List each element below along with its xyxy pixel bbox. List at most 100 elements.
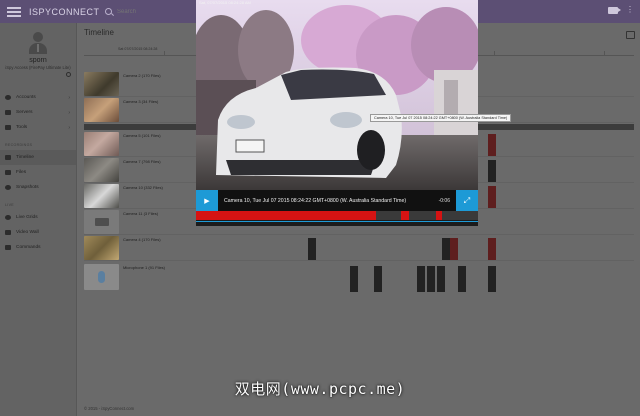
ruler-tick <box>164 51 165 56</box>
chevron-right-icon: › <box>68 109 70 116</box>
timeline-hover-tooltip: Camera 10, Tue Jul 07 2015 08:24:22 GMT+… <box>370 114 512 122</box>
camera-placeholder-icon <box>94 218 109 226</box>
recording-clip[interactable] <box>417 266 425 292</box>
app-root: ISPYCONNECT ⋮ sporn iSpy Access (FirePay… <box>0 0 640 416</box>
timeline-row-label: Microphone 1 (91 Files) <box>123 265 166 270</box>
recording-clip[interactable] <box>374 266 382 292</box>
search-icon <box>105 8 112 15</box>
sidebar-item-video-wall[interactable]: Video Wall <box>0 225 76 240</box>
camera-thumbnail[interactable] <box>84 184 119 208</box>
video-progress-fill <box>196 211 376 220</box>
gear-icon[interactable] <box>66 72 71 77</box>
sidebar-item-snapshots[interactable]: Snapshots <box>0 180 76 195</box>
search-input[interactable] <box>117 8 207 15</box>
video-controls: ▶ Camera 10, Tue Jul 07 2015 08:24:22 GM… <box>196 190 478 211</box>
ruler-tick <box>494 51 495 56</box>
sidebar-item-label: Tools <box>16 125 28 130</box>
video-timestamp: Sat, 07/07/2015 08:24:28 AM <box>199 0 251 5</box>
play-icon: ▶ <box>204 197 210 205</box>
recording-clip[interactable] <box>308 238 316 260</box>
tools-icon <box>5 125 11 130</box>
video-progress-track[interactable] <box>196 211 478 226</box>
sidebar-item-accounts[interactable]: Accounts › <box>0 90 76 105</box>
camera-thumbnail[interactable] <box>84 72 119 96</box>
brand-logo[interactable]: ISPYCONNECT <box>29 7 99 17</box>
recording-clip[interactable] <box>427 266 435 292</box>
user-name: sporn <box>29 57 47 64</box>
top-right-actions: ⋮ <box>608 6 634 14</box>
recording-clip[interactable] <box>488 186 496 208</box>
sidebar-item-label: Files <box>16 170 27 175</box>
sidebar: sporn iSpy Access (FirePay Ultimate Lite… <box>0 23 77 416</box>
video-progress-marker <box>401 211 409 220</box>
camera-thumbnail[interactable] <box>84 210 119 234</box>
fullscreen-button[interactable]: ⤢ <box>456 190 478 211</box>
timeline-row-label: Camera 4 (170 Files) <box>123 237 161 242</box>
footer-text: © 2015 - iSpyConnect.com <box>84 406 135 411</box>
list-icon <box>5 245 11 250</box>
sidebar-item-label: Commands <box>16 245 41 250</box>
video-camera-icon[interactable] <box>608 6 621 14</box>
microphone-thumbnail[interactable] <box>84 264 119 290</box>
avatar <box>29 32 47 54</box>
camera-thumbnail[interactable] <box>84 132 119 156</box>
sidebar-item-tools[interactable]: Tools › <box>0 120 76 135</box>
recording-clip[interactable] <box>488 160 496 182</box>
sidebar-item-label: Timeline <box>16 155 34 160</box>
ruler-tick <box>604 51 605 56</box>
recording-clip[interactable] <box>488 238 496 260</box>
timeline-row[interactable]: Microphone 1 (91 Files) <box>84 263 634 293</box>
recording-clip[interactable] <box>450 238 458 260</box>
video-buffer <box>376 211 478 220</box>
timeline-row-label: Camera 7 (798 Files) <box>123 159 161 164</box>
video-time-remaining: -0:06 <box>438 197 450 204</box>
timeline-row[interactable]: Camera 4 (170 Files) <box>84 235 634 261</box>
sidebar-item-files[interactable]: Files <box>0 165 76 180</box>
wall-icon <box>5 230 11 235</box>
recording-clip[interactable] <box>350 266 358 292</box>
collapse-panel-button[interactable] <box>626 31 635 39</box>
sidebar-item-label: Accounts <box>16 95 36 100</box>
timeline-row-label: Camera 2 (170 Files) <box>123 73 161 78</box>
microphone-icon <box>98 271 105 283</box>
play-button[interactable]: ▶ <box>196 190 218 211</box>
camera-thumbnail[interactable] <box>84 98 119 122</box>
recording-clip[interactable] <box>458 266 466 292</box>
fullscreen-icon: ⤢ <box>463 195 471 205</box>
ruler-label: Sat 07/07/2015 08:24:28 <box>118 47 158 51</box>
sidebar-item-timeline[interactable]: Timeline <box>0 150 76 165</box>
page-title: Timeline <box>84 28 114 37</box>
nav-menu: Accounts › Servers › Tools › RECORDINGS … <box>0 90 76 255</box>
video-caption: Camera 10, Tue Jul 07 2015 08:24:22 GMT+… <box>224 197 407 204</box>
recording-clip[interactable] <box>488 134 496 156</box>
video-player[interactable]: Sat, 07/07/2015 08:24:28 AM ▶ Camera 10,… <box>196 0 478 226</box>
video-frame[interactable] <box>196 0 478 190</box>
watermark-text: 双电网(www.pcpc.me) <box>234 380 406 398</box>
search-box[interactable] <box>105 8 207 15</box>
camera-thumbnail[interactable] <box>84 158 119 182</box>
sidebar-item-commands[interactable]: Commands <box>0 240 76 255</box>
timeline-row-label: Camera 5 (101 Files) <box>123 133 161 138</box>
recording-clip[interactable] <box>442 238 450 260</box>
sidebar-item-label: Live Grids <box>16 215 38 220</box>
camera-icon <box>5 185 11 190</box>
users-icon <box>5 95 11 100</box>
more-menu-icon[interactable]: ⋮ <box>626 6 634 14</box>
sidebar-item-live-grids[interactable]: Live Grids <box>0 210 76 225</box>
section-label-recordings: RECORDINGS <box>5 143 33 147</box>
server-icon <box>5 110 11 115</box>
recording-clip[interactable] <box>488 266 496 292</box>
section-label-live: LIVE <box>5 203 14 207</box>
sidebar-item-servers[interactable]: Servers › <box>0 105 76 120</box>
sidebar-item-label: Snapshots <box>16 185 39 190</box>
chevron-right-icon: › <box>68 94 70 101</box>
timeline-row-label: Camera 10 (332 Files) <box>123 185 163 190</box>
grid-icon <box>5 215 11 220</box>
hamburger-menu-icon[interactable] <box>7 6 21 17</box>
timeline-row-label: Camera 11 (3 Files) <box>123 211 159 216</box>
timeline-icon <box>5 155 11 160</box>
camera-thumbnail[interactable] <box>84 236 119 260</box>
recording-clip[interactable] <box>437 266 445 292</box>
timeline-row-label: Camera 3 (34 Files) <box>123 99 159 104</box>
video-progress-line <box>196 221 478 222</box>
